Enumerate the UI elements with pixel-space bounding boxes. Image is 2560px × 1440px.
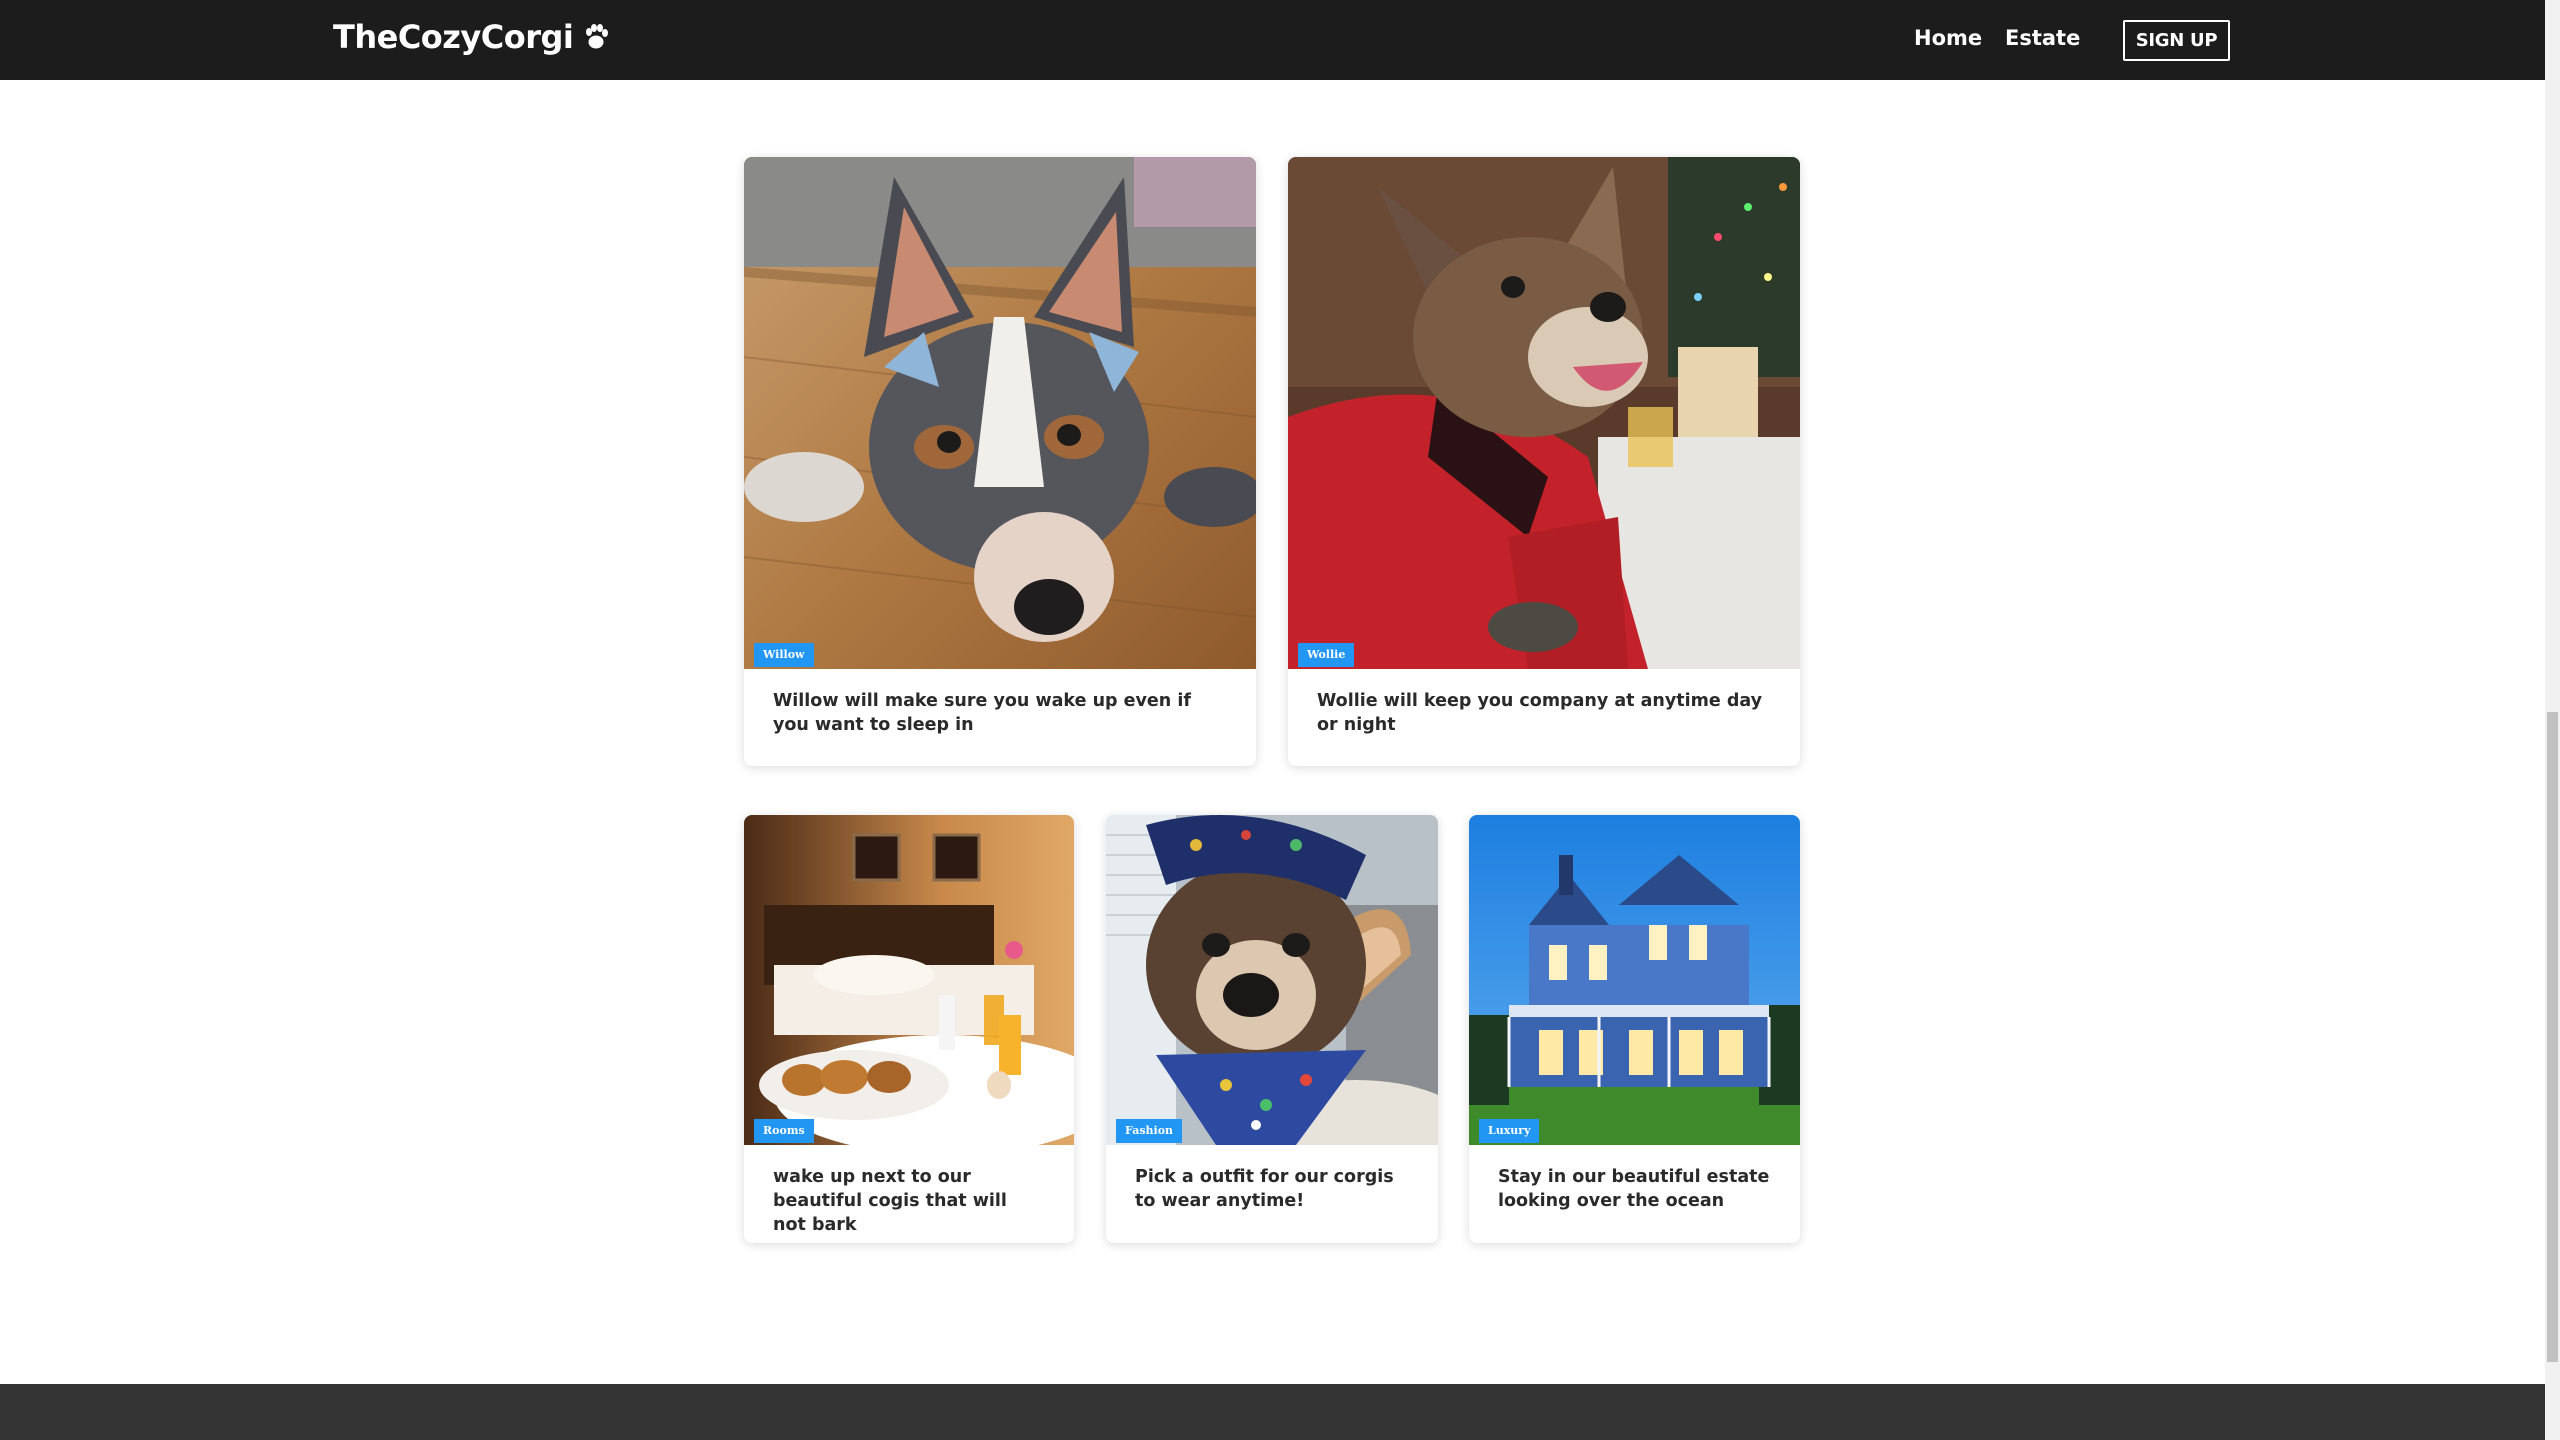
card-image: Rooms [744, 815, 1074, 1145]
footer [0, 1384, 2545, 1440]
blue-estate-photo [1469, 815, 1800, 1145]
card-image: Willow [744, 157, 1256, 669]
card-image: Luxury [1469, 815, 1800, 1145]
card-wollie[interactable]: Wollie Wollie will keep you company at a… [1288, 157, 1800, 766]
corgi-bandana-photo [1106, 815, 1438, 1145]
corgi-willow-photo [744, 157, 1256, 669]
card-badge[interactable]: Luxury [1479, 1119, 1540, 1143]
card-badge[interactable]: Willow [754, 643, 814, 667]
card-caption: Wollie will keep you company at anytime … [1317, 691, 1763, 735]
card-caption: Willow will make sure you wake up even i… [773, 691, 1191, 735]
nav-home-link[interactable]: Home [1914, 26, 1982, 50]
card-badge[interactable]: Rooms [754, 1119, 814, 1143]
scrollbar-thumb[interactable] [2547, 712, 2558, 1362]
brand-name: TheCozyCorgi [333, 18, 574, 56]
card-badge[interactable]: Fashion [1116, 1119, 1183, 1143]
card-willow[interactable]: Willow Willow will make sure you wake up… [744, 157, 1256, 766]
corgi-wollie-photo [1288, 157, 1800, 669]
card-luxury[interactable]: Luxury Stay in our beautiful estate look… [1469, 815, 1800, 1243]
card-image: Wollie [1288, 157, 1800, 669]
paw-icon [586, 24, 609, 49]
card-fashion[interactable]: Fashion Pick a outfit for our corgis to … [1106, 815, 1438, 1243]
card-image: Fashion [1106, 815, 1438, 1145]
card-rooms[interactable]: Rooms wake up next to our beautiful cogi… [744, 815, 1074, 1243]
card-caption: Stay in our beautiful estate looking ove… [1498, 1167, 1770, 1211]
breakfast-bed-photo [744, 815, 1074, 1145]
card-caption: Pick a outfit for our corgis to wear any… [1135, 1167, 1394, 1211]
brand-logo[interactable]: TheCozyCorgi [333, 18, 611, 56]
signup-button[interactable]: SIGN UP [2123, 20, 2230, 61]
vertical-scrollbar[interactable] [2545, 0, 2560, 1440]
nav-estate-link[interactable]: Estate [2005, 26, 2080, 50]
navbar: TheCozyCorgi Home Estate SIGN UP [0, 0, 2545, 80]
card-caption: wake up next to our beautiful cogis that… [773, 1167, 1007, 1235]
card-badge[interactable]: Wollie [1298, 643, 1355, 667]
